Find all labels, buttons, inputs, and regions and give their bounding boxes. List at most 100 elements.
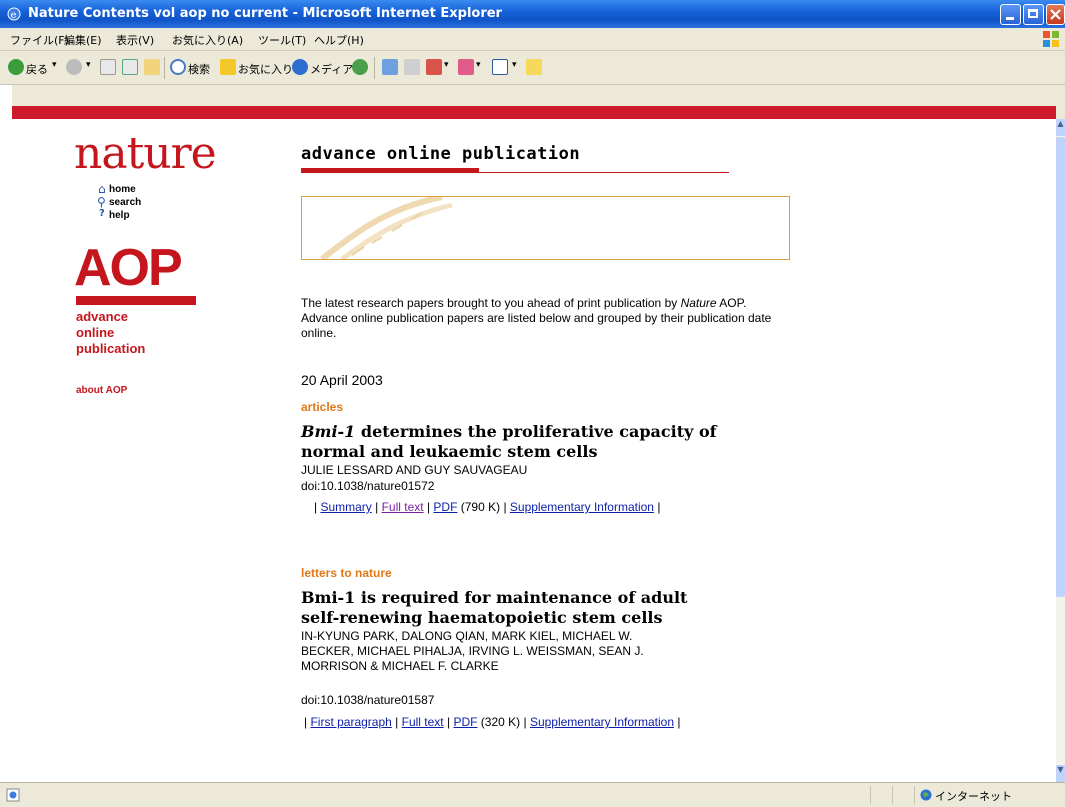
search-icon[interactable] bbox=[170, 59, 186, 75]
menu-view[interactable]: 表示(V) bbox=[116, 32, 154, 48]
discuss-icon[interactable] bbox=[458, 59, 474, 75]
about-aop-link[interactable]: about AOP bbox=[76, 385, 127, 396]
dna-banner bbox=[301, 196, 790, 260]
intro-paragraph: The latest research papers brought to yo… bbox=[301, 296, 791, 341]
article-links: | Summary | Full text | PDF (790 K) | Su… bbox=[314, 500, 661, 514]
minimize-icon bbox=[1006, 17, 1014, 20]
mail-icon[interactable] bbox=[382, 59, 398, 75]
pdf-size: (790 K) bbox=[460, 500, 501, 514]
back-dropdown-icon[interactable]: ▾ bbox=[52, 60, 57, 70]
section-label-articles: articles bbox=[301, 400, 344, 414]
print-icon[interactable] bbox=[404, 59, 420, 75]
supplementary-info-link[interactable]: Supplementary Information bbox=[530, 715, 674, 729]
menu-favorites[interactable]: お気に入り(A) bbox=[172, 32, 243, 48]
heading-rule bbox=[479, 172, 729, 173]
heading-underline bbox=[301, 168, 479, 173]
article-doi: doi:10.1038/nature01572 bbox=[301, 479, 435, 493]
word-dropdown-icon[interactable]: ▾ bbox=[512, 60, 517, 70]
page-heading: advance online publication bbox=[301, 144, 581, 164]
pdf-size: (320 K) bbox=[480, 715, 521, 729]
minimize-button[interactable] bbox=[1000, 4, 1021, 25]
aop-logo-bar bbox=[76, 296, 196, 305]
page-status-icon bbox=[6, 788, 20, 802]
article-authors: IN-KYUNG PARK, DALONG QIAN, MARK KIEL, M… bbox=[301, 629, 644, 673]
scroll-down-arrow-icon[interactable]: ▼ bbox=[1056, 765, 1065, 782]
article-links: | First paragraph | Full text | PDF (320… bbox=[304, 715, 681, 729]
aop-subtitle-line: online bbox=[76, 325, 115, 340]
summary-link[interactable]: Summary bbox=[320, 500, 371, 514]
first-paragraph-link[interactable]: First paragraph bbox=[310, 715, 391, 729]
aop-subtitle-line: advance bbox=[76, 309, 129, 324]
help-icon[interactable]: ? bbox=[99, 208, 105, 219]
nav-home-link[interactable]: home bbox=[109, 184, 136, 195]
status-divider bbox=[870, 786, 871, 804]
globe-icon bbox=[920, 789, 932, 801]
history-icon[interactable] bbox=[352, 59, 368, 75]
menu-edit[interactable]: 編集(E) bbox=[64, 32, 102, 48]
refresh-icon[interactable] bbox=[122, 59, 138, 75]
menu-file[interactable]: ファイル(F) bbox=[10, 32, 69, 48]
back-arrow-icon[interactable] bbox=[8, 59, 24, 75]
article-title-text[interactable]: determines the proliferative capacity of… bbox=[301, 422, 717, 461]
intro-journal-name: Nature bbox=[680, 296, 717, 310]
content-frame-edge bbox=[0, 85, 12, 782]
security-zone-label: インターネット bbox=[935, 790, 1012, 803]
back-button-label[interactable]: 戻る bbox=[26, 61, 48, 77]
publication-date: 20 April 2003 bbox=[301, 372, 383, 388]
favorites-button-label[interactable]: お気に入り bbox=[238, 61, 293, 77]
menu-tools[interactable]: ツール(T) bbox=[258, 32, 306, 48]
toolbar: 戻る ▾ ▾ 検索 お気に入り メディア ▾ ▾ ▾ bbox=[0, 51, 1065, 85]
top-red-bar bbox=[12, 106, 1056, 119]
favorites-star-icon[interactable] bbox=[220, 59, 236, 75]
forward-arrow-icon[interactable] bbox=[66, 59, 82, 75]
maximize-icon bbox=[1028, 9, 1038, 18]
intro-text: The latest research papers brought to yo… bbox=[301, 296, 681, 310]
home-icon[interactable]: ⌂ bbox=[98, 182, 106, 196]
discuss-dropdown-icon[interactable]: ▾ bbox=[476, 60, 481, 70]
menu-help[interactable]: ヘルプ(H) bbox=[314, 32, 364, 48]
close-button[interactable] bbox=[1046, 4, 1065, 25]
toolbar-divider bbox=[164, 57, 165, 79]
media-button-label[interactable]: メディア bbox=[310, 61, 353, 77]
article-title-italic[interactable]: Bmi-1 bbox=[301, 422, 355, 441]
scrollbar-thumb[interactable] bbox=[1056, 137, 1065, 597]
home-icon[interactable] bbox=[144, 59, 160, 75]
nav-search-link[interactable]: search bbox=[109, 197, 141, 208]
pdf-link[interactable]: PDF bbox=[433, 500, 457, 514]
pdf-link[interactable]: PDF bbox=[453, 715, 477, 729]
status-divider bbox=[914, 786, 915, 804]
supplementary-info-link[interactable]: Supplementary Information bbox=[510, 500, 654, 514]
full-text-link[interactable]: Full text bbox=[402, 715, 444, 729]
ie-icon: e bbox=[7, 7, 21, 21]
article-title[interactable]: Bmi-1 determines the proliferative capac… bbox=[301, 422, 721, 462]
status-bar: インターネット bbox=[0, 782, 1065, 807]
stop-icon[interactable] bbox=[100, 59, 116, 75]
aop-subtitle-line: publication bbox=[76, 341, 146, 356]
article-doi: doi:10.1038/nature01587 bbox=[301, 693, 435, 707]
nature-logo[interactable]: nature bbox=[74, 128, 217, 179]
edit-dropdown-icon[interactable]: ▾ bbox=[444, 60, 449, 70]
toolbar-divider bbox=[374, 57, 375, 79]
windows-logo-icon bbox=[1043, 31, 1059, 47]
window-title: Nature Contents vol aop no current - Mic… bbox=[28, 6, 502, 21]
page-viewport: nature ⌂ home ⚲ search ? help AOP advanc… bbox=[12, 106, 1056, 782]
search-icon[interactable]: ⚲ bbox=[97, 195, 106, 209]
forward-dropdown-icon[interactable]: ▾ bbox=[86, 60, 91, 70]
aop-logo: AOP bbox=[74, 239, 183, 297]
aop-subtitle: advance online publication bbox=[76, 309, 145, 357]
title-bar: e Nature Contents vol aop no current - M… bbox=[0, 0, 1065, 28]
article-authors: JULIE LESSARD AND GUY SAUVAGEAU bbox=[301, 463, 528, 477]
dna-helix-graphic bbox=[320, 197, 453, 259]
messenger-icon[interactable] bbox=[526, 59, 542, 75]
article-title[interactable]: Bmi-1 is required for maintenance of adu… bbox=[301, 588, 721, 628]
edit-icon[interactable] bbox=[426, 59, 442, 75]
menu-bar: ファイル(F) 編集(E) 表示(V) お気に入り(A) ツール(T) ヘルプ(… bbox=[0, 28, 1065, 51]
search-button-label[interactable]: 検索 bbox=[188, 61, 210, 77]
word-icon[interactable] bbox=[492, 59, 508, 75]
scroll-up-arrow-icon[interactable]: ▲ bbox=[1056, 119, 1065, 136]
status-divider bbox=[892, 786, 893, 804]
maximize-button[interactable] bbox=[1023, 4, 1044, 25]
full-text-link[interactable]: Full text bbox=[382, 500, 424, 514]
media-icon[interactable] bbox=[292, 59, 308, 75]
nav-help-link[interactable]: help bbox=[109, 210, 130, 221]
